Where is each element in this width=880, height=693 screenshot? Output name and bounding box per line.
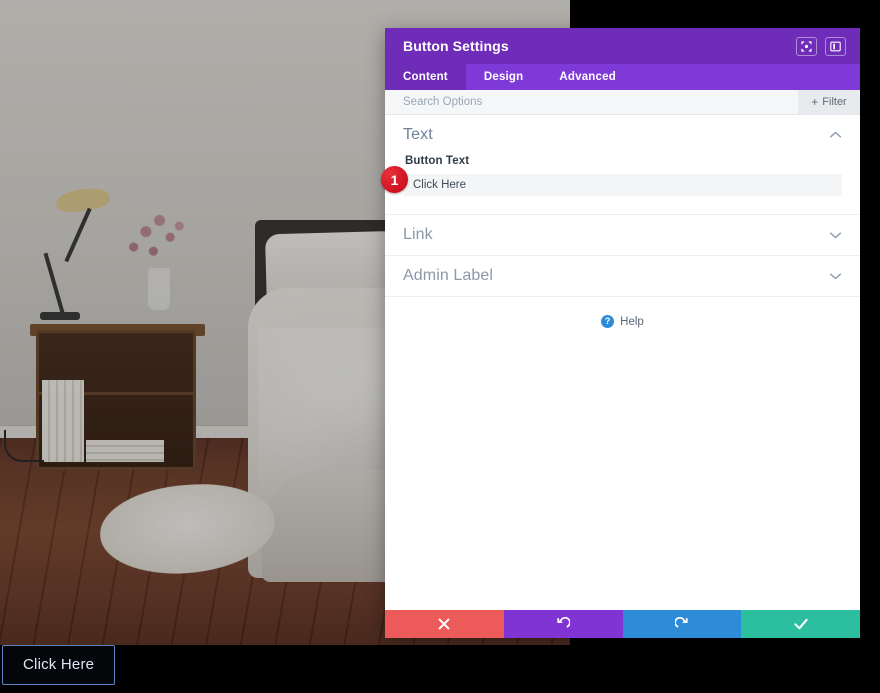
section-link-title: Link [403, 226, 433, 243]
filter-button[interactable]: + Filter [798, 90, 860, 114]
help-icon: ? [601, 315, 615, 328]
page-click-here-button[interactable]: Click Here [2, 645, 116, 685]
modal-footer [385, 610, 860, 638]
plus-icon: + [811, 95, 819, 109]
section-text-header[interactable]: Text [403, 115, 842, 155]
section-admin-label: Admin Label [385, 256, 860, 297]
help-label: Help [620, 315, 644, 328]
button-settings-modal: Button Settings Content Design Advanced … [385, 28, 860, 638]
check-icon [794, 618, 808, 630]
cancel-button[interactable] [385, 610, 504, 638]
section-text-body: Button Text [403, 155, 842, 214]
section-admin-label-title: Admin Label [403, 267, 494, 284]
fullscreen-icon[interactable] [796, 36, 817, 56]
save-button[interactable] [741, 610, 860, 638]
search-input[interactable] [385, 90, 798, 114]
section-link-header[interactable]: Link [403, 215, 842, 255]
section-link: Link [385, 215, 860, 256]
modal-header: Button Settings [385, 28, 860, 64]
button-text-input[interactable] [403, 174, 842, 196]
section-admin-label-header[interactable]: Admin Label [403, 256, 842, 296]
layout-panel-icon[interactable] [825, 36, 846, 56]
button-text-label: Button Text [405, 155, 470, 167]
chevron-down-icon [829, 272, 842, 280]
chevron-down-icon [829, 231, 842, 239]
filter-button-label: Filter [822, 96, 847, 108]
search-row: + Filter [385, 90, 860, 115]
modal-title: Button Settings [403, 38, 509, 54]
modal-body: Text Button Text Link [385, 115, 860, 610]
undo-icon [557, 617, 571, 628]
redo-icon [674, 617, 688, 628]
redo-button[interactable] [622, 610, 742, 638]
section-text-title: Text [403, 126, 433, 143]
modal-tabs: Content Design Advanced [385, 64, 860, 90]
annotation-marker-1: 1 [381, 166, 408, 193]
section-text: Text Button Text [385, 115, 860, 215]
close-icon [438, 618, 450, 630]
tab-advanced[interactable]: Advanced [541, 64, 634, 90]
tab-content[interactable]: Content [385, 64, 466, 90]
screen: Click Here Button Settings Content Desig… [0, 0, 880, 693]
help-row[interactable]: ? Help [385, 297, 860, 328]
page-footer-band [0, 645, 880, 693]
undo-button[interactable] [503, 610, 623, 638]
chevron-up-icon [829, 131, 842, 139]
tab-design[interactable]: Design [466, 64, 542, 90]
modal-header-actions [796, 36, 846, 56]
